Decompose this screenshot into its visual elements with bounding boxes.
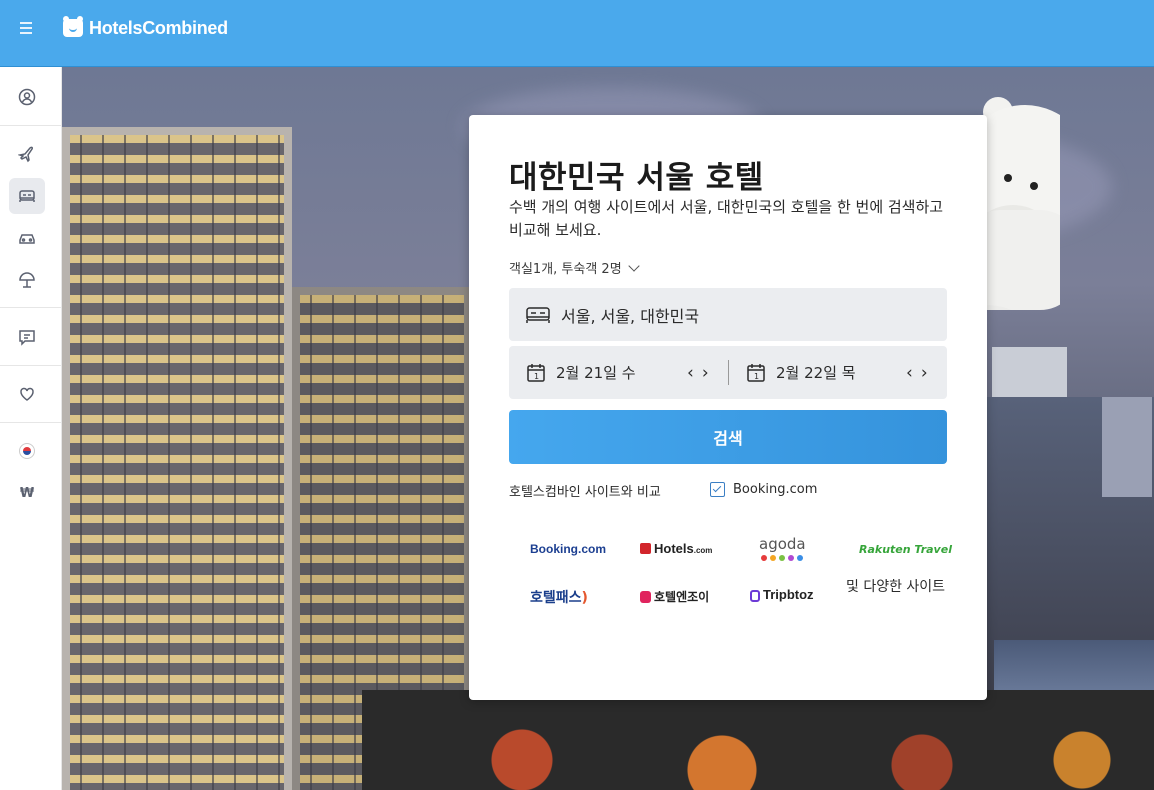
calendar-icon: 1 bbox=[527, 363, 545, 382]
sidebar-item-packages[interactable] bbox=[9, 262, 45, 298]
car-icon bbox=[19, 234, 35, 244]
airplane-icon bbox=[18, 146, 33, 163]
hotels-com-icon bbox=[640, 543, 651, 554]
compare-site-label: Booking.com bbox=[733, 482, 818, 497]
date-range-picker: 1 2월 21일 수 ‹ › 1 2월 22일 목 ‹ › bbox=[509, 346, 947, 399]
destination-value: 서울, 서울, 대한민국 bbox=[561, 306, 700, 326]
partner-logo-hotels-com: Hotels.com bbox=[640, 541, 712, 556]
sidebar-item-hotels[interactable] bbox=[9, 178, 45, 214]
page-subtitle: 수백 개의 여행 사이트에서 서울, 대한민국의 호텔을 한 번에 검색하고 비… bbox=[509, 198, 944, 239]
logo-text: HotelsCombined bbox=[89, 17, 228, 38]
tripbtoz-icon bbox=[750, 590, 760, 602]
calendar-icon: 1 bbox=[747, 363, 765, 382]
bed-icon bbox=[526, 306, 550, 323]
sidebar-item-feedback[interactable] bbox=[9, 319, 45, 355]
top-bar: HotelsCombined bbox=[0, 0, 1154, 67]
compare-booking-checkbox[interactable]: Booking.com bbox=[710, 482, 817, 497]
sidebar-nav: ₩ bbox=[0, 67, 62, 790]
sidebar-divider bbox=[0, 125, 61, 126]
svg-text:1: 1 bbox=[534, 372, 539, 381]
hotelenjoy-icon bbox=[640, 591, 651, 603]
guests-selector[interactable]: 객실1개, 투숙객 2명 bbox=[509, 258, 640, 277]
checkout-stepper: ‹ › bbox=[906, 363, 928, 383]
prev-day-arrow[interactable]: ‹ bbox=[906, 363, 913, 383]
sidebar-item-flights[interactable] bbox=[9, 136, 45, 172]
svg-text:1: 1 bbox=[754, 372, 759, 381]
sidebar-item-trips[interactable] bbox=[9, 376, 45, 412]
checkout-date[interactable]: 1 2월 22일 목 bbox=[746, 346, 856, 399]
partner-logo-agoda: agoda bbox=[759, 535, 806, 561]
compare-label: 호텔스컴바인 사이트와 비교 bbox=[509, 485, 661, 500]
sidebar-item-account[interactable] bbox=[9, 79, 45, 115]
search-button[interactable]: 검색 bbox=[509, 410, 947, 464]
bear-logo-icon bbox=[63, 16, 83, 37]
beach-umbrella-icon bbox=[19, 272, 35, 288]
checkin-stepper: ‹ › bbox=[687, 363, 709, 383]
partner-logo-hotelenjoy: 호텔엔조이 bbox=[640, 588, 709, 605]
checkbox-checked-icon bbox=[710, 482, 725, 497]
sidebar-divider bbox=[0, 307, 61, 308]
sidebar-item-region[interactable] bbox=[9, 433, 45, 469]
hotel-search-card: 대한민국 서울 호텔 수백 개의 여행 사이트에서 서울, 대한민국의 호텔을 … bbox=[469, 115, 987, 700]
checkin-value: 2월 21일 수 bbox=[556, 364, 636, 382]
chevron-down-icon bbox=[628, 259, 640, 272]
korea-flag-icon bbox=[19, 443, 35, 459]
partner-logo-hotelpass: 호텔패스) bbox=[530, 590, 588, 606]
more-sites-label: 및 다양한 사이트 bbox=[846, 579, 946, 595]
partner-logo-rakuten: Rakuten Travel bbox=[859, 543, 952, 556]
heart-icon bbox=[20, 387, 34, 401]
sidebar-divider bbox=[0, 422, 61, 423]
sidebar-item-cars[interactable] bbox=[9, 220, 45, 256]
prev-day-arrow[interactable]: ‹ bbox=[687, 363, 694, 383]
date-divider bbox=[728, 360, 729, 385]
checkin-date[interactable]: 1 2월 21일 수 bbox=[526, 346, 636, 399]
apartment-building bbox=[62, 127, 292, 790]
sidebar-item-currency[interactable]: ₩ bbox=[9, 475, 45, 511]
guests-label: 객실1개, 투숙객 2명 bbox=[509, 262, 622, 277]
page-title: 대한민국 서울 호텔 bbox=[509, 160, 764, 196]
partner-logo-tripbtoz: Tripbtoz bbox=[750, 587, 814, 602]
bed-icon bbox=[19, 190, 35, 202]
feedback-icon bbox=[19, 330, 35, 346]
checkout-value: 2월 22일 목 bbox=[776, 364, 856, 382]
next-day-arrow[interactable]: › bbox=[921, 363, 928, 383]
sidebar-divider bbox=[0, 365, 61, 366]
user-account-icon bbox=[18, 88, 36, 106]
hamburger-menu-icon[interactable] bbox=[14, 19, 40, 37]
autumn-trees bbox=[362, 690, 1154, 790]
currency-symbol: ₩ bbox=[19, 485, 35, 501]
destination-input[interactable]: 서울, 서울, 대한민국 bbox=[509, 288, 947, 341]
next-day-arrow[interactable]: › bbox=[702, 363, 709, 383]
partner-logo-booking: Booking.com bbox=[530, 542, 607, 556]
hotelscombined-logo[interactable]: HotelsCombined bbox=[63, 15, 228, 41]
